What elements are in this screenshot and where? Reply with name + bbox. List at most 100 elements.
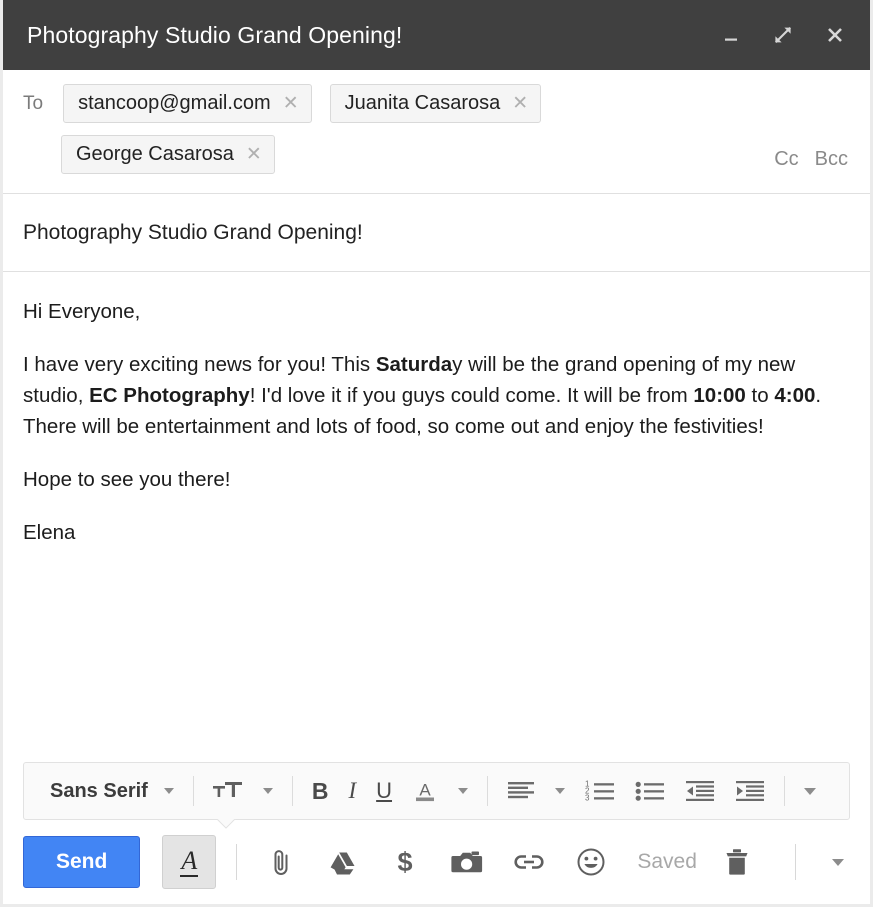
expand-icon — [772, 24, 794, 46]
text-size-button[interactable] — [203, 769, 253, 813]
italic-icon: I — [348, 778, 356, 804]
toolbar-divider — [193, 776, 194, 806]
italic-button[interactable]: I — [338, 769, 366, 813]
minimize-icon — [721, 25, 741, 45]
cc-bcc-group: Cc Bcc — [774, 148, 848, 171]
underline-button[interactable]: U — [366, 769, 402, 813]
message-body[interactable]: Hi Everyone, I have very exciting news f… — [3, 272, 870, 762]
more-options-button[interactable] — [816, 840, 860, 884]
numbered-list-icon: 1 2 3 — [585, 779, 615, 803]
toolbar-divider — [292, 776, 293, 806]
body-paragraph: I have very exciting news for you! This … — [23, 349, 850, 442]
expand-button[interactable] — [770, 22, 796, 48]
chevron-down-icon — [164, 788, 174, 794]
send-button[interactable]: Send — [23, 836, 140, 888]
insert-photo-icon — [451, 848, 483, 876]
insert-emoji-button[interactable] — [567, 838, 615, 886]
format-toolbar-wrap: Sans Serif — [3, 762, 870, 820]
insert-photo-button[interactable] — [443, 838, 491, 886]
insert-money-button[interactable]: $ — [381, 838, 429, 886]
minimize-button[interactable] — [718, 22, 744, 48]
body-bold-saturday: Saturda — [376, 353, 452, 376]
recipients-row-2: George Casarosa ✕ — [23, 135, 850, 174]
recipient-chip[interactable]: stancoop@gmail.com ✕ — [63, 84, 312, 123]
insert-from-drive-button[interactable] — [319, 838, 367, 886]
body-part-1: I have very exciting news for you! This — [23, 353, 376, 376]
format-text-icon: A — [180, 847, 198, 876]
toggle-formatting-button[interactable]: A — [162, 835, 216, 889]
svg-text:A: A — [419, 781, 431, 800]
send-button-label: Send — [56, 850, 107, 874]
recipients-row-1: To stancoop@gmail.com ✕ Juanita Casarosa… — [23, 84, 850, 123]
text-size-dropdown-caret[interactable] — [253, 769, 283, 813]
body-bold-end-time: 4:00 — [774, 384, 815, 407]
insert-link-icon — [513, 850, 545, 874]
body-part-4: to — [746, 384, 775, 407]
window-titlebar: Photography Studio Grand Opening! — [3, 0, 870, 70]
sendbar-divider-2 — [795, 844, 796, 880]
text-color-dropdown-caret[interactable] — [448, 769, 478, 813]
sendbar-divider — [236, 844, 237, 880]
indent-less-icon — [685, 779, 715, 803]
align-icon — [507, 779, 535, 803]
indent-more-icon — [735, 779, 765, 803]
draft-status: Saved — [637, 850, 697, 874]
discard-draft-button[interactable] — [713, 838, 761, 886]
body-signature: Elena — [23, 517, 850, 548]
window-title: Photography Studio Grand Opening! — [27, 22, 718, 49]
body-closing: Hope to see you there! — [23, 464, 850, 495]
font-family-dropdown-caret[interactable] — [154, 769, 184, 813]
indent-less-button[interactable] — [675, 769, 725, 813]
body-greeting: Hi Everyone, — [23, 296, 850, 327]
recipients-field[interactable]: To stancoop@gmail.com ✕ Juanita Casarosa… — [3, 70, 870, 194]
send-bar: Send A $ — [3, 820, 870, 904]
chevron-down-icon — [458, 788, 468, 794]
text-size-icon — [213, 779, 243, 803]
subject-value: Photography Studio Grand Opening! — [23, 221, 363, 245]
toolbar-pointer — [217, 819, 239, 830]
recipient-chip[interactable]: George Casarosa ✕ — [61, 135, 275, 174]
remove-recipient-icon[interactable]: ✕ — [246, 145, 262, 164]
recipient-chip-label: George Casarosa — [76, 143, 234, 166]
body-bold-studio-name: EC Photography — [89, 384, 250, 407]
svg-text:$: $ — [398, 847, 413, 877]
list-digit-3: 3 — [585, 794, 590, 803]
bulleted-list-button[interactable] — [625, 769, 675, 813]
cc-link[interactable]: Cc — [774, 148, 798, 171]
chevron-down-icon — [804, 788, 816, 795]
compose-window: Photography Studio Grand Opening! — [0, 0, 873, 907]
align-dropdown-caret[interactable] — [545, 769, 575, 813]
font-family-dropdown[interactable]: Sans Serif — [36, 769, 154, 813]
close-button[interactable] — [822, 22, 848, 48]
subject-field[interactable]: Photography Studio Grand Opening! — [3, 194, 870, 272]
chevron-down-icon — [555, 788, 565, 794]
attach-file-button[interactable] — [257, 838, 305, 886]
recipient-chip[interactable]: Juanita Casarosa ✕ — [330, 84, 542, 123]
format-toolbar: Sans Serif — [23, 762, 850, 820]
discard-draft-icon — [723, 847, 751, 877]
remove-recipient-icon[interactable]: ✕ — [512, 94, 528, 113]
underline-icon: U — [376, 778, 392, 804]
chevron-down-icon — [263, 788, 273, 794]
more-format-options-button[interactable] — [794, 769, 826, 813]
more-options-icon — [832, 859, 844, 866]
text-color-button[interactable]: A — [402, 769, 448, 813]
insert-money-icon: $ — [390, 846, 420, 878]
bcc-link[interactable]: Bcc — [815, 148, 848, 171]
font-family-label: Sans Serif — [50, 780, 148, 803]
bold-button[interactable]: B — [302, 769, 339, 813]
window-controls — [718, 22, 848, 48]
recipient-chip-label: Juanita Casarosa — [345, 92, 501, 115]
indent-more-button[interactable] — [725, 769, 775, 813]
align-button[interactable] — [497, 769, 545, 813]
insert-emoji-icon — [576, 847, 606, 877]
bulleted-list-icon — [635, 779, 665, 803]
to-label: To — [23, 93, 43, 115]
toolbar-divider — [487, 776, 488, 806]
remove-recipient-icon[interactable]: ✕ — [283, 94, 299, 113]
insert-link-button[interactable] — [505, 838, 553, 886]
google-drive-icon — [328, 848, 358, 876]
numbered-list-button[interactable]: 1 2 3 — [575, 769, 625, 813]
bold-icon: B — [312, 778, 329, 805]
body-bold-start-time: 10:00 — [693, 384, 745, 407]
